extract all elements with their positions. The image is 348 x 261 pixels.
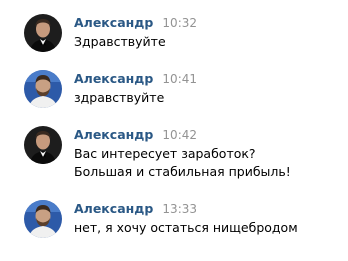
- message-time[interactable]: 13:33: [162, 202, 197, 216]
- message-time[interactable]: 10:41: [162, 72, 197, 86]
- author-name[interactable]: Александр: [74, 201, 153, 216]
- message-header: Александр 10:32: [74, 14, 197, 31]
- message-header: Александр 13:33: [74, 200, 197, 217]
- avatar-tuxedo-man-icon: [24, 126, 62, 164]
- message-text: здравствуйте: [74, 90, 165, 105]
- author-name[interactable]: Александр: [74, 15, 153, 30]
- message-text: Вас интересует заработок? Большая и стаб…: [74, 146, 291, 179]
- message-time[interactable]: 10:42: [162, 128, 197, 142]
- message-text: нет, я хочу остаться нищебродом: [74, 220, 298, 235]
- avatar-bearded-man-icon: [24, 70, 62, 108]
- avatar-bearded-man-icon: [24, 200, 62, 238]
- avatar-tuxedo-man[interactable]: [24, 126, 62, 164]
- message-header: Александр 10:42: [74, 126, 197, 143]
- avatar-bearded-man[interactable]: [24, 200, 62, 238]
- message-header: Александр 10:41: [74, 70, 197, 87]
- author-name[interactable]: Александр: [74, 127, 153, 142]
- avatar-tuxedo-man[interactable]: [24, 14, 62, 52]
- avatar-bearded-man[interactable]: [24, 70, 62, 108]
- author-name[interactable]: Александр: [74, 71, 153, 86]
- message-text: Здравствуйте: [74, 34, 166, 49]
- avatar-tuxedo-man-icon: [24, 14, 62, 52]
- message-time[interactable]: 10:32: [162, 16, 197, 30]
